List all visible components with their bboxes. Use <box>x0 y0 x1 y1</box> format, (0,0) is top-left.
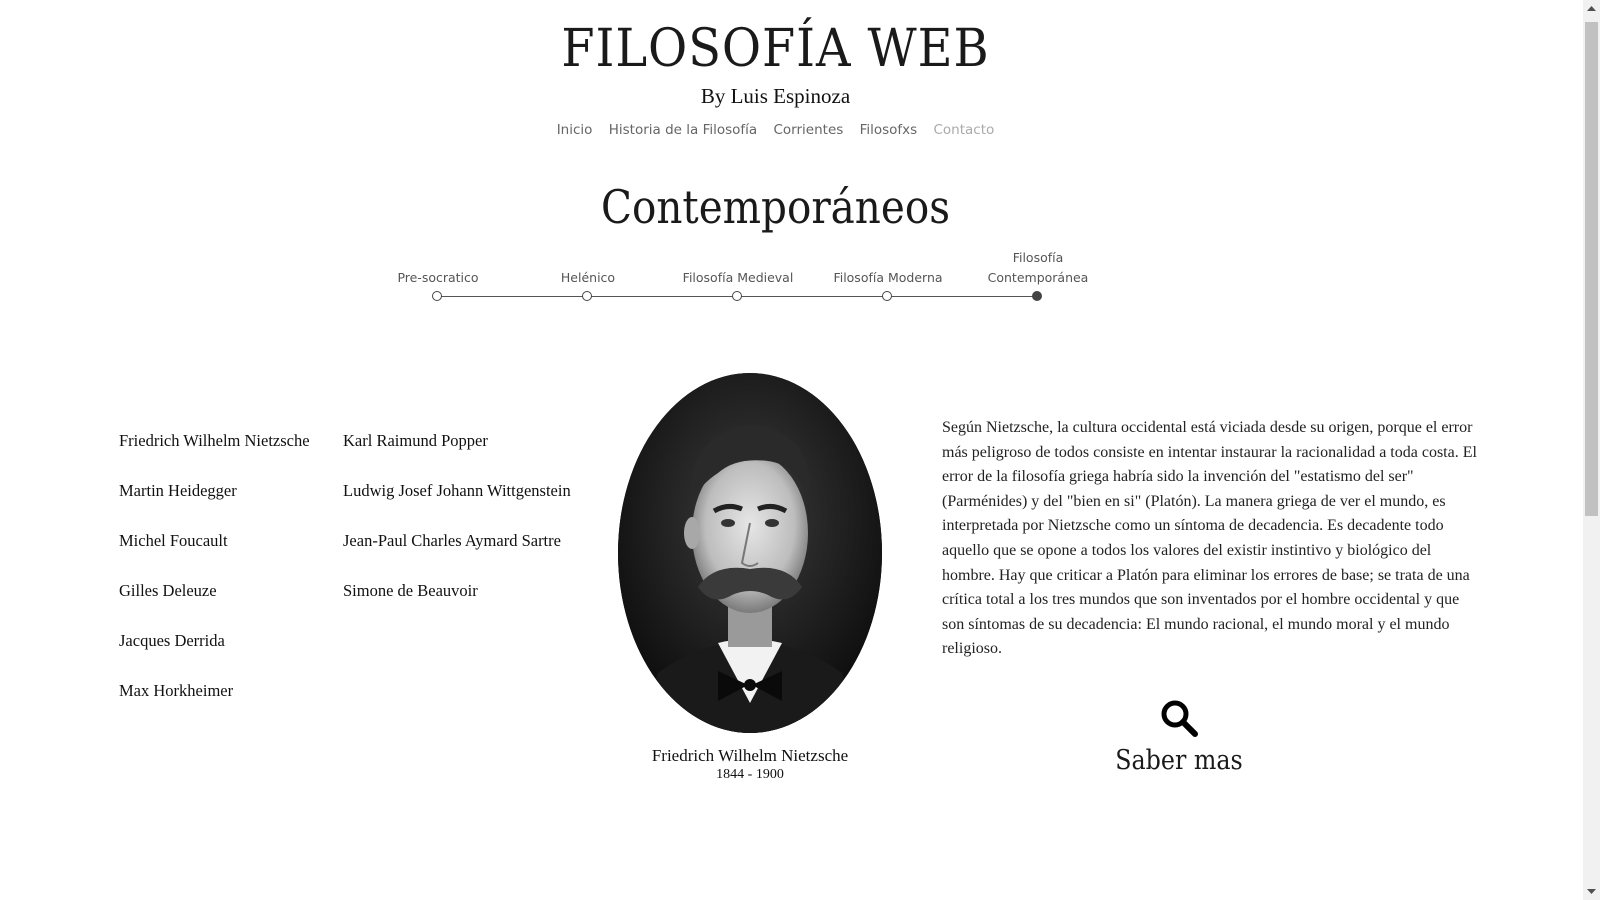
philosopher-link[interactable]: Michel Foucault <box>119 528 310 578</box>
timeline-item-contemporanea[interactable]: Filosofía Contemporánea <box>963 240 1113 310</box>
timeline-label-line1: Filosofía <box>1012 250 1064 265</box>
nav-link-corrientes[interactable]: Corrientes <box>773 120 843 140</box>
nav-link-contacto[interactable]: Contacto <box>934 120 995 140</box>
timeline-dot-active[interactable] <box>1032 291 1042 301</box>
philosopher-link[interactable]: Max Horkheimer <box>119 678 310 728</box>
nav-link-historia[interactable]: Historia de la Filosofía <box>609 120 757 140</box>
main-nav: Inicio Historia de la Filosofía Corrient… <box>0 120 1551 140</box>
philosopher-link[interactable]: Friedrich Wilhelm Nietzsche <box>119 428 310 478</box>
scroll-down-arrow[interactable] <box>1583 883 1600 900</box>
timeline-label-line2: Contemporánea <box>987 270 1089 285</box>
philosopher-link[interactable]: Gilles Deleuze <box>119 578 310 628</box>
philosopher-portrait <box>618 373 882 733</box>
site-title: FILOSOFÍA WEB <box>561 19 990 79</box>
portrait-caption-name: Friedrich Wilhelm Nietzsche <box>651 746 849 765</box>
timeline-dot[interactable] <box>432 291 442 301</box>
timeline-label: Filosofía Contemporánea <box>963 248 1113 288</box>
timeline-item-moderna[interactable]: Filosofía Moderna <box>813 240 963 310</box>
nav-link-inicio[interactable]: Inicio <box>557 120 593 140</box>
timeline-item-helenico[interactable]: Helénico <box>513 240 663 310</box>
timeline-item-presocratico[interactable]: Pre-socratico <box>363 240 513 310</box>
chevron-down-icon <box>1587 889 1596 894</box>
timeline-dot[interactable] <box>582 291 592 301</box>
philosopher-link[interactable]: Karl Raimund Popper <box>343 428 571 478</box>
timeline-label: Filosofía Moderna <box>833 270 943 285</box>
timeline-label: Pre-socratico <box>397 270 479 285</box>
portrait-image <box>618 373 882 733</box>
philosopher-link[interactable]: Jean-Paul Charles Aymard Sartre <box>343 528 571 578</box>
philosopher-description: Según Nietzsche, la cultura occidental e… <box>942 419 1477 658</box>
scroll-up-arrow[interactable] <box>1583 0 1600 17</box>
timeline-label: Filosofía Medieval <box>682 270 794 285</box>
timeline-dot[interactable] <box>882 291 892 301</box>
portrait-caption-years: 1844 - 1900 <box>716 767 784 782</box>
chevron-up-icon <box>1587 6 1596 11</box>
page: FILOSOFÍA WEB By Luis Espinoza Inicio Hi… <box>0 0 1551 900</box>
scrollbar-thumb[interactable] <box>1585 22 1598 516</box>
saber-mas-label: Saber mas <box>1115 745 1243 776</box>
philosopher-list-column-1: Friedrich Wilhelm Nietzsche Martin Heide… <box>119 428 310 728</box>
philosopher-link[interactable]: Simone de Beauvoir <box>343 578 571 628</box>
search-icon <box>1161 700 1198 737</box>
site-subtitle: By Luis Espinoza <box>700 84 851 108</box>
timeline-dot[interactable] <box>732 291 742 301</box>
era-timeline: Pre-socratico Helénico Filosofía Medieva… <box>0 240 1551 310</box>
section-title: Contemporáneos <box>601 180 950 234</box>
vertical-scrollbar[interactable] <box>1583 0 1600 900</box>
philosopher-link[interactable]: Martin Heidegger <box>119 478 310 528</box>
saber-mas-link[interactable]: Saber mas <box>1100 698 1258 778</box>
philosopher-link[interactable]: Ludwig Josef Johann Wittgenstein <box>343 478 571 528</box>
nav-link-filosofxs[interactable]: Filosofxs <box>860 120 918 140</box>
philosopher-link[interactable]: Jacques Derrida <box>119 628 310 678</box>
philosopher-list-column-2: Karl Raimund Popper Ludwig Josef Johann … <box>343 428 571 628</box>
timeline-label: Helénico <box>560 270 616 285</box>
timeline-item-medieval[interactable]: Filosofía Medieval <box>663 240 813 310</box>
